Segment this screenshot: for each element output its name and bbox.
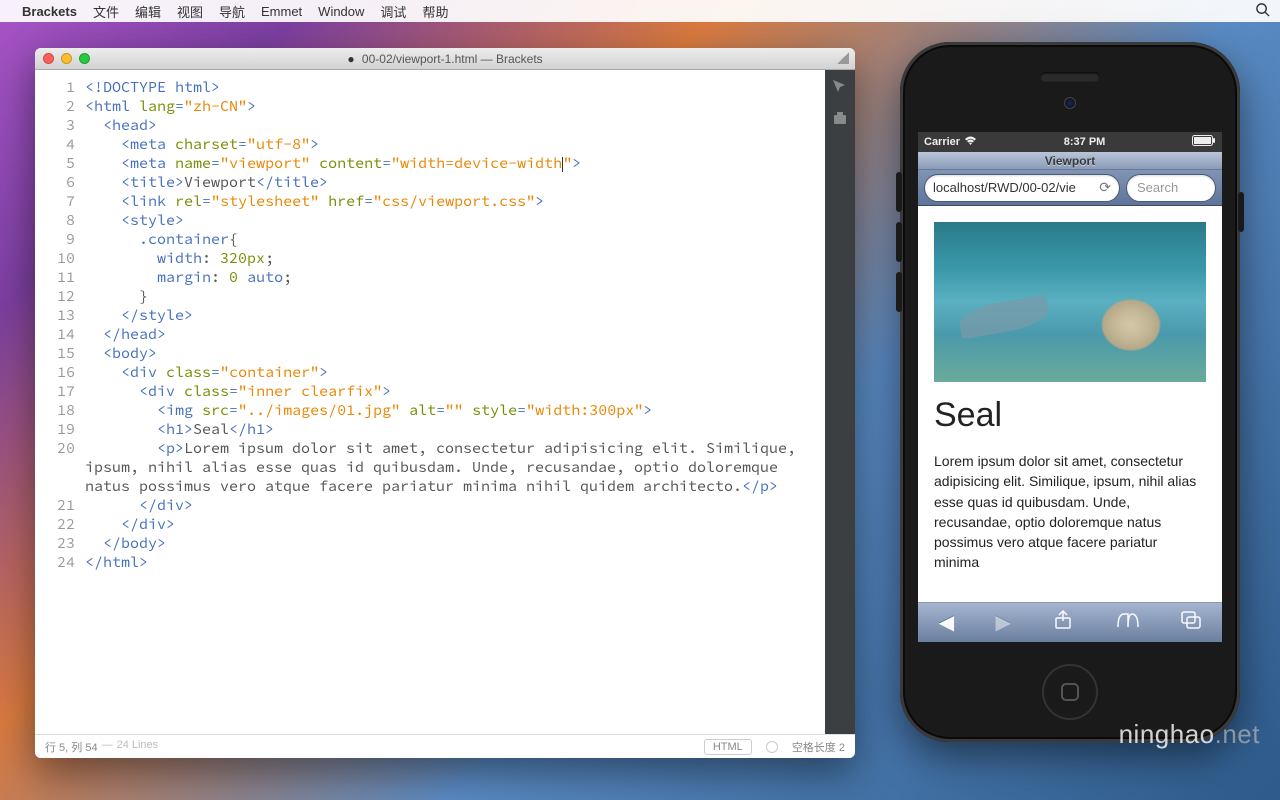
carrier-label: Carrier <box>924 136 960 148</box>
back-icon[interactable]: ◀ <box>939 610 954 635</box>
search-placeholder: Search <box>1137 180 1178 195</box>
line-gutter: 123456789101112131415161718192021222324 <box>35 70 85 734</box>
share-icon[interactable] <box>1052 610 1074 636</box>
close-button[interactable] <box>43 53 54 64</box>
menu-emmet[interactable]: Emmet <box>261 4 302 19</box>
window-title: ● 00-02/viewport-1.html — Brackets <box>347 52 542 66</box>
home-button[interactable] <box>1042 664 1098 720</box>
window-titlebar[interactable]: ● 00-02/viewport-1.html — Brackets <box>35 48 855 70</box>
battery-icon <box>1192 135 1216 149</box>
inspection-icon[interactable] <box>766 741 778 753</box>
extensions-sidebar <box>825 70 855 734</box>
forward-icon[interactable]: ▶ <box>996 610 1011 635</box>
url-text: localhost/RWD/00-02/vie <box>933 180 1076 195</box>
language-mode[interactable]: HTML <box>704 739 752 755</box>
speaker-icon <box>1040 72 1100 82</box>
live-preview-icon[interactable] <box>831 78 849 96</box>
extensions-icon[interactable] <box>831 110 849 128</box>
window-controls <box>43 53 90 64</box>
clock-label: 8:37 PM <box>1064 136 1106 148</box>
iphone-device: Carrier 8:37 PM Viewport localhost/RWD/0… <box>900 42 1240 742</box>
menu-edit[interactable]: 编辑 <box>135 2 161 21</box>
watermark: ninghao.net <box>1119 719 1260 750</box>
seal-image <box>934 222 1206 382</box>
menu-debug[interactable]: 调试 <box>380 2 406 21</box>
minimize-button[interactable] <box>61 53 72 64</box>
line-count: 24 Lines <box>117 739 159 755</box>
page-heading: Seal <box>934 396 1206 435</box>
url-field[interactable]: localhost/RWD/00-02/vie ⟳ <box>924 174 1120 202</box>
code-content[interactable]: <!DOCTYPE html><html lang="zh-CN"> <head… <box>85 70 825 734</box>
status-bar: 行 5, 列 54 — 24 Lines HTML 空格长度 2 <box>35 734 855 758</box>
safari-title: Viewport <box>918 152 1222 170</box>
search-field[interactable]: Search <box>1126 174 1216 202</box>
fullscreen-icon[interactable] <box>837 52 849 64</box>
safari-urlbar: localhost/RWD/00-02/vie ⟳ Search <box>918 170 1222 206</box>
reload-icon[interactable]: ⟳ <box>1099 179 1111 196</box>
cursor-position: 行 5, 列 54 <box>45 739 98 755</box>
menu-window[interactable]: Window <box>318 4 364 19</box>
iphone-screen: Carrier 8:37 PM Viewport localhost/RWD/0… <box>918 132 1222 642</box>
safari-toolbar: ◀ ▶ <box>918 602 1222 642</box>
wifi-icon <box>964 136 977 149</box>
camera-icon <box>1064 97 1076 109</box>
page-content[interactable]: Seal Lorem ipsum dolor sit amet, consect… <box>918 206 1222 589</box>
spotlight-icon[interactable] <box>1255 2 1270 21</box>
menu-navigate[interactable]: 导航 <box>219 2 245 21</box>
indent-setting[interactable]: 空格长度 2 <box>792 739 845 755</box>
menu-help[interactable]: 帮助 <box>422 2 448 21</box>
menu-view[interactable]: 视图 <box>177 2 203 21</box>
zoom-button[interactable] <box>79 53 90 64</box>
bookmarks-icon[interactable] <box>1116 611 1140 635</box>
brackets-window: ● 00-02/viewport-1.html — Brackets 12345… <box>35 48 855 758</box>
menu-file[interactable]: 文件 <box>93 2 119 21</box>
ios-status-bar: Carrier 8:37 PM <box>918 132 1222 152</box>
tabs-icon[interactable] <box>1181 611 1201 635</box>
mac-menubar: Brackets 文件 编辑 视图 导航 Emmet Window 调试 帮助 <box>0 0 1280 22</box>
app-name[interactable]: Brackets <box>22 4 77 19</box>
page-body-text: Lorem ipsum dolor sit amet, consectetur … <box>934 451 1206 573</box>
code-editor[interactable]: 123456789101112131415161718192021222324 … <box>35 70 825 734</box>
